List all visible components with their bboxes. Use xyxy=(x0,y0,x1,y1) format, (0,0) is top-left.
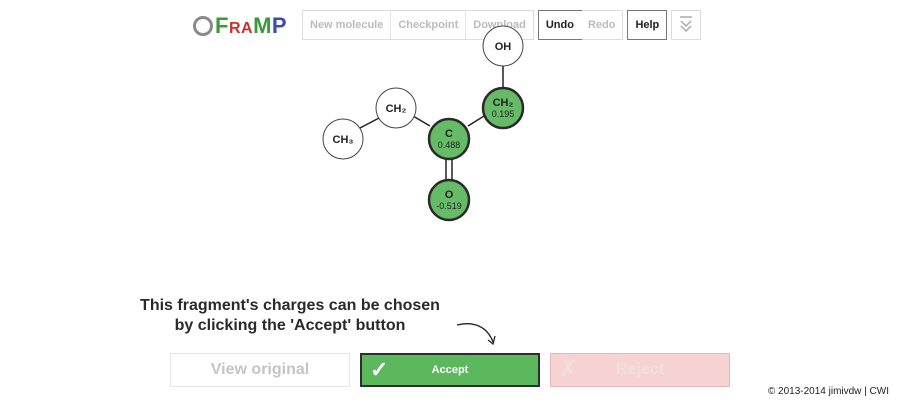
view-original-label: View original xyxy=(210,361,310,378)
atom-o[interactable]: O -0.519 xyxy=(427,178,471,222)
molecule-canvas: OH CH₂ 0.195 CH₂ CH₃ C 0.488 O -0.519 xyxy=(322,25,525,222)
accept-label: Accept xyxy=(431,364,469,376)
bond-ch2-c xyxy=(467,115,485,127)
atom-oh-label: OH xyxy=(495,41,512,53)
atom-ch2-right[interactable]: CH₂ 0.195 xyxy=(481,86,525,130)
atom-o-label: O xyxy=(445,189,454,201)
atom-ch3[interactable]: CH₃ xyxy=(322,118,364,160)
bond-ch3-ch2 xyxy=(359,117,380,129)
bond-ch2-c-left xyxy=(412,115,431,127)
curved-arrow-icon xyxy=(456,323,496,346)
accept-button[interactable]: ✓ Accept xyxy=(360,353,540,387)
atom-c-charge: 0.488 xyxy=(438,140,461,150)
atom-ch2-right-label: CH₂ xyxy=(493,97,514,109)
view-original-button[interactable]: View original xyxy=(170,353,350,387)
atom-ch2-left-label: CH₂ xyxy=(386,103,407,115)
reject-label: Reject xyxy=(615,361,665,378)
message-line-2: by clicking the 'Accept' button xyxy=(174,317,406,334)
atom-ch3-label: CH₃ xyxy=(333,134,354,146)
atom-c-label: C xyxy=(445,128,453,140)
atom-oh[interactable]: OH xyxy=(482,25,524,67)
atom-o-charge: -0.519 xyxy=(436,201,462,211)
instruction-message: This fragment's charges can be chosen by… xyxy=(130,296,450,336)
atom-ch2-left[interactable]: CH₂ xyxy=(375,87,417,129)
checkmark-icon: ✓ xyxy=(370,357,389,382)
x-icon: ✗ xyxy=(559,356,578,381)
reject-button[interactable]: ✗ Reject xyxy=(550,353,730,387)
footer-credits: © 2013-2014 jimivdw | CWI xyxy=(767,386,889,397)
message-line-1: This fragment's charges can be chosen xyxy=(140,297,440,314)
atom-c[interactable]: C 0.488 xyxy=(427,117,471,161)
atom-ch2-right-charge: 0.195 xyxy=(492,109,515,119)
